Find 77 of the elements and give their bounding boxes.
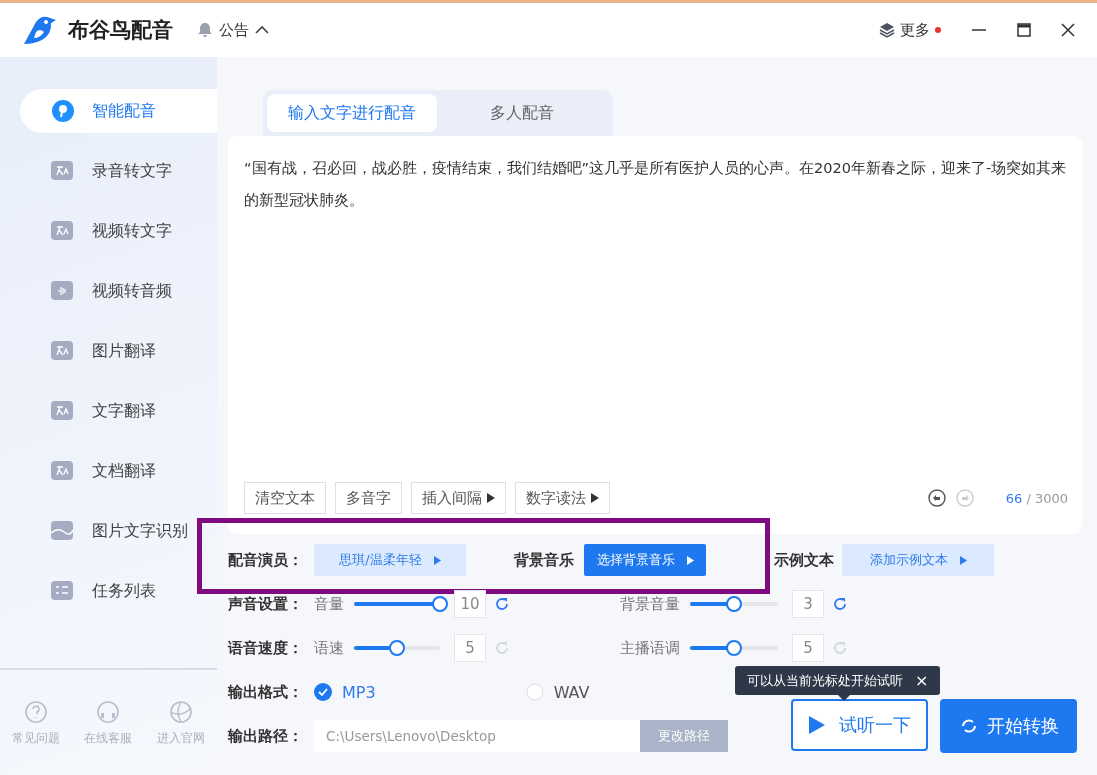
preview-button[interactable]: 试听一下 bbox=[791, 699, 928, 751]
tab[interactable]: 多人配音 bbox=[437, 94, 607, 132]
setting-label: 声音设置： bbox=[228, 594, 304, 614]
sidebar-item[interactable]: 图片文字识别 bbox=[20, 509, 217, 553]
tool-button[interactable]: 插入间隔 bbox=[411, 482, 506, 514]
format-radio[interactable]: WAV bbox=[525, 682, 590, 702]
voice-label: 配音演员： bbox=[228, 550, 304, 570]
play-triangle-icon bbox=[686, 555, 694, 565]
app-name: 布谷鸟配音 bbox=[68, 17, 173, 44]
bgm-select-button[interactable]: 选择背景音乐 bbox=[584, 544, 706, 576]
translate-icon bbox=[50, 459, 76, 483]
reset-icon[interactable] bbox=[494, 596, 510, 612]
sidebar-item[interactable]: 录音转文字 bbox=[20, 149, 217, 193]
slider-thumb[interactable] bbox=[726, 596, 742, 612]
translate-icon bbox=[50, 159, 76, 183]
play-triangle-icon bbox=[487, 493, 495, 503]
layers-icon bbox=[879, 22, 895, 38]
undo-icon[interactable] bbox=[927, 489, 946, 507]
headset-icon bbox=[96, 700, 121, 724]
path-label: 输出路径： bbox=[228, 726, 304, 746]
sidebar-item[interactable]: 视频转文字 bbox=[20, 209, 217, 253]
maximize-icon[interactable] bbox=[1017, 23, 1031, 37]
tool-button[interactable]: 多音字 bbox=[335, 482, 402, 514]
help-icon bbox=[24, 700, 49, 724]
slider-label: 语速 bbox=[314, 638, 345, 658]
tooltip-text: 可以从当前光标处开始试听 bbox=[747, 671, 903, 690]
slider-thumb[interactable] bbox=[726, 640, 742, 656]
bgm-label: 背景音乐 bbox=[514, 550, 574, 570]
translate-icon bbox=[50, 339, 76, 363]
picture-icon bbox=[50, 519, 76, 543]
close-icon[interactable] bbox=[1061, 23, 1075, 37]
tooltip-close-button[interactable]: × bbox=[915, 671, 929, 690]
character-limit: / 3000 bbox=[1026, 490, 1068, 506]
format-label: 输出格式： bbox=[228, 682, 304, 702]
tool-button[interactable]: 清空文本 bbox=[244, 482, 326, 514]
sidebar-item[interactable]: 文字翻译 bbox=[20, 389, 217, 433]
translate-icon bbox=[50, 219, 76, 243]
tool-button[interactable]: 数字读法 bbox=[515, 482, 610, 514]
sidebar-item[interactable]: 视频转音频 bbox=[20, 269, 217, 313]
slider-label: 音量 bbox=[314, 594, 345, 614]
slider-thumb[interactable] bbox=[389, 640, 405, 656]
chevron-up-icon bbox=[255, 25, 269, 35]
notice-button[interactable]: 公告 bbox=[197, 20, 269, 40]
slider-label: 主播语调 bbox=[620, 638, 681, 658]
play-triangle-icon bbox=[959, 555, 967, 565]
play-triangle-icon bbox=[433, 555, 441, 565]
value-field[interactable]: 5 bbox=[454, 634, 486, 662]
reset-icon[interactable] bbox=[832, 596, 848, 612]
sample-label: 示例文本 bbox=[774, 550, 834, 570]
translate-icon bbox=[50, 399, 76, 423]
setting-label: 语音速度： bbox=[228, 638, 304, 658]
play-triangle-icon bbox=[591, 493, 599, 503]
value-field[interactable]: 3 bbox=[792, 590, 824, 618]
microphone-icon bbox=[50, 99, 76, 123]
format-radio[interactable]: MP3 bbox=[314, 682, 376, 702]
output-path-field[interactable]: C:\Users\Lenovo\Desktop bbox=[314, 720, 640, 752]
voice-select-button[interactable]: 思琪/温柔年轻 bbox=[314, 544, 466, 576]
character-count: 66 bbox=[1005, 490, 1023, 506]
waveform-icon bbox=[50, 279, 76, 303]
bird-logo-icon bbox=[22, 14, 58, 46]
slider-label: 背景音量 bbox=[620, 594, 681, 614]
sidebar-item[interactable]: 智能配音 bbox=[20, 89, 217, 133]
more-button[interactable]: 更多 bbox=[879, 20, 941, 40]
slider-thumb[interactable] bbox=[432, 596, 448, 612]
value-field[interactable]: 5 bbox=[792, 634, 824, 662]
script-text-area[interactable]: “国有战，召必回，战必胜，疫情结束，我们结婚吧”这几乎是所有医护人员的心声。在2020年新春之际，迎来了-场突如其来的新型冠状肺炎。 bbox=[244, 152, 1068, 216]
value-field[interactable]: 10 bbox=[454, 590, 486, 618]
sidebar-item[interactable]: 任务列表 bbox=[20, 569, 217, 613]
start-convert-button[interactable]: 开始转换 bbox=[940, 699, 1077, 753]
play-icon bbox=[808, 716, 825, 734]
sidebar-item[interactable]: 图片翻译 bbox=[20, 329, 217, 373]
bell-icon bbox=[197, 22, 213, 38]
checklist-icon bbox=[50, 579, 76, 603]
sidebar-item[interactable]: 文档翻译 bbox=[20, 449, 217, 493]
tab[interactable]: 输入文字进行配音 bbox=[267, 94, 437, 132]
globe-icon bbox=[168, 700, 193, 724]
sample-text-button[interactable]: 添加示例文本 bbox=[842, 544, 994, 576]
